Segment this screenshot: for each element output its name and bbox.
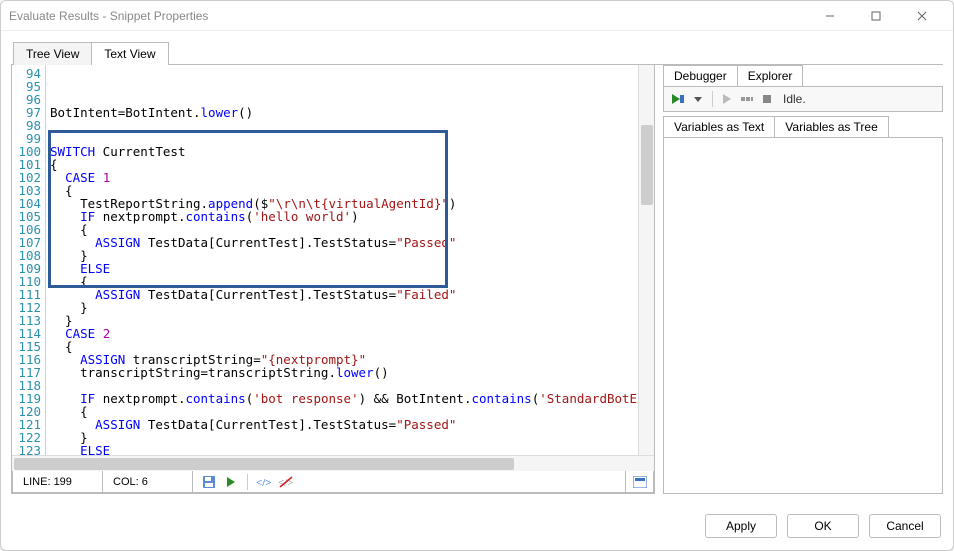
code-line[interactable]: IF nextprompt.contains('bot response') &… — [50, 392, 654, 405]
cancel-button[interactable]: Cancel — [869, 514, 941, 538]
code-line[interactable]: } — [50, 314, 654, 327]
vertical-scroll-thumb[interactable] — [641, 125, 653, 205]
horizontal-scroll-thumb[interactable] — [14, 458, 514, 470]
tab-explorer[interactable]: Explorer — [737, 65, 804, 86]
window: Evaluate Results - Snippet Properties Tr… — [0, 0, 954, 551]
statusbar: LINE: 199 COL: 6 </> </> — [12, 471, 654, 493]
continue-icon[interactable] — [719, 91, 735, 107]
code-line[interactable]: ASSIGN TestData[CurrentTest].TestStatus=… — [50, 288, 654, 301]
stop-icon[interactable] — [759, 91, 775, 107]
code-line[interactable]: ASSIGN TestData[CurrentTest].TestStatus=… — [50, 418, 654, 431]
tab-vars-tree[interactable]: Variables as Tree — [774, 116, 889, 137]
apply-button[interactable]: Apply — [705, 514, 777, 538]
code-line[interactable]: } — [50, 301, 654, 314]
status-tools: </> </> — [193, 471, 625, 492]
code-area[interactable]: BotIntent=BotIntent.lower() SWITCH Curren… — [46, 65, 654, 455]
status-col: COL: 6 — [103, 471, 193, 492]
code-line[interactable]: } — [50, 431, 654, 444]
side-tabs: Debugger Explorer — [663, 65, 943, 87]
window-controls — [807, 1, 945, 31]
window-title: Evaluate Results - Snippet Properties — [9, 9, 807, 23]
line-gutter: 94 95 96 97 98 99 100 101 102 103 104 10… — [12, 65, 46, 455]
tab-tree-view[interactable]: Tree View — [13, 42, 92, 65]
code-line[interactable] — [50, 119, 654, 132]
ok-button[interactable]: OK — [787, 514, 859, 538]
vertical-scrollbar[interactable] — [638, 65, 654, 455]
minimize-button[interactable] — [807, 1, 853, 31]
separator — [247, 474, 248, 490]
maximize-button[interactable] — [853, 1, 899, 31]
editor-panel: 94 95 96 97 98 99 100 101 102 103 104 10… — [11, 65, 655, 494]
start-debug-icon[interactable] — [670, 91, 686, 107]
variables-panel[interactable] — [663, 137, 943, 494]
side-panel: Debugger Explorer Idle. Variables as Tex… — [663, 65, 943, 494]
code-line[interactable]: } — [50, 249, 654, 262]
tab-debugger[interactable]: Debugger — [663, 65, 738, 86]
main-split: 94 95 96 97 98 99 100 101 102 103 104 10… — [11, 64, 943, 494]
run-icon[interactable] — [223, 474, 239, 490]
status-line: LINE: 199 — [13, 471, 103, 492]
code-line[interactable]: ASSIGN TestData[CurrentTest].TestStatus=… — [50, 236, 654, 249]
save-icon[interactable] — [201, 474, 217, 490]
code-line[interactable]: SWITCH CurrentTest — [50, 145, 654, 158]
code-line[interactable]: ELSE — [50, 444, 654, 455]
dropdown-icon[interactable] — [690, 91, 706, 107]
dialog-buttons: Apply OK Cancel — [1, 504, 953, 550]
code-line[interactable]: CASE 1 — [50, 171, 654, 184]
variable-tabs: Variables as Text Variables as Tree — [663, 116, 943, 137]
code-icon[interactable]: </> — [256, 474, 272, 490]
body: Tree View Text View 94 95 96 97 98 99 10… — [1, 31, 953, 504]
code-line[interactable]: ELSE — [50, 262, 654, 275]
step-icon[interactable] — [739, 91, 755, 107]
debugger-status: Idle. — [783, 92, 806, 106]
editor[interactable]: 94 95 96 97 98 99 100 101 102 103 104 10… — [12, 65, 654, 455]
close-button[interactable] — [899, 1, 945, 31]
code-line[interactable]: { — [50, 158, 654, 171]
debugger-toolbar: Idle. — [663, 87, 943, 112]
tab-vars-text[interactable]: Variables as Text — [663, 116, 775, 137]
code-line[interactable]: IF nextprompt.contains('hello world') — [50, 210, 654, 223]
titlebar: Evaluate Results - Snippet Properties — [1, 1, 953, 31]
code-off-icon[interactable]: </> — [278, 474, 294, 490]
layout-icon[interactable] — [625, 471, 653, 492]
svg-text:</>: </> — [256, 477, 271, 489]
code-line[interactable]: BotIntent=BotIntent.lower() — [50, 106, 654, 119]
code-line[interactable]: CASE 2 — [50, 327, 654, 340]
code-line[interactable]: transcriptString=transcriptString.lower(… — [50, 366, 654, 379]
separator — [712, 91, 713, 107]
horizontal-scrollbar[interactable] — [12, 455, 654, 471]
view-tabs: Tree View Text View — [13, 41, 943, 64]
tab-text-view[interactable]: Text View — [91, 42, 168, 65]
